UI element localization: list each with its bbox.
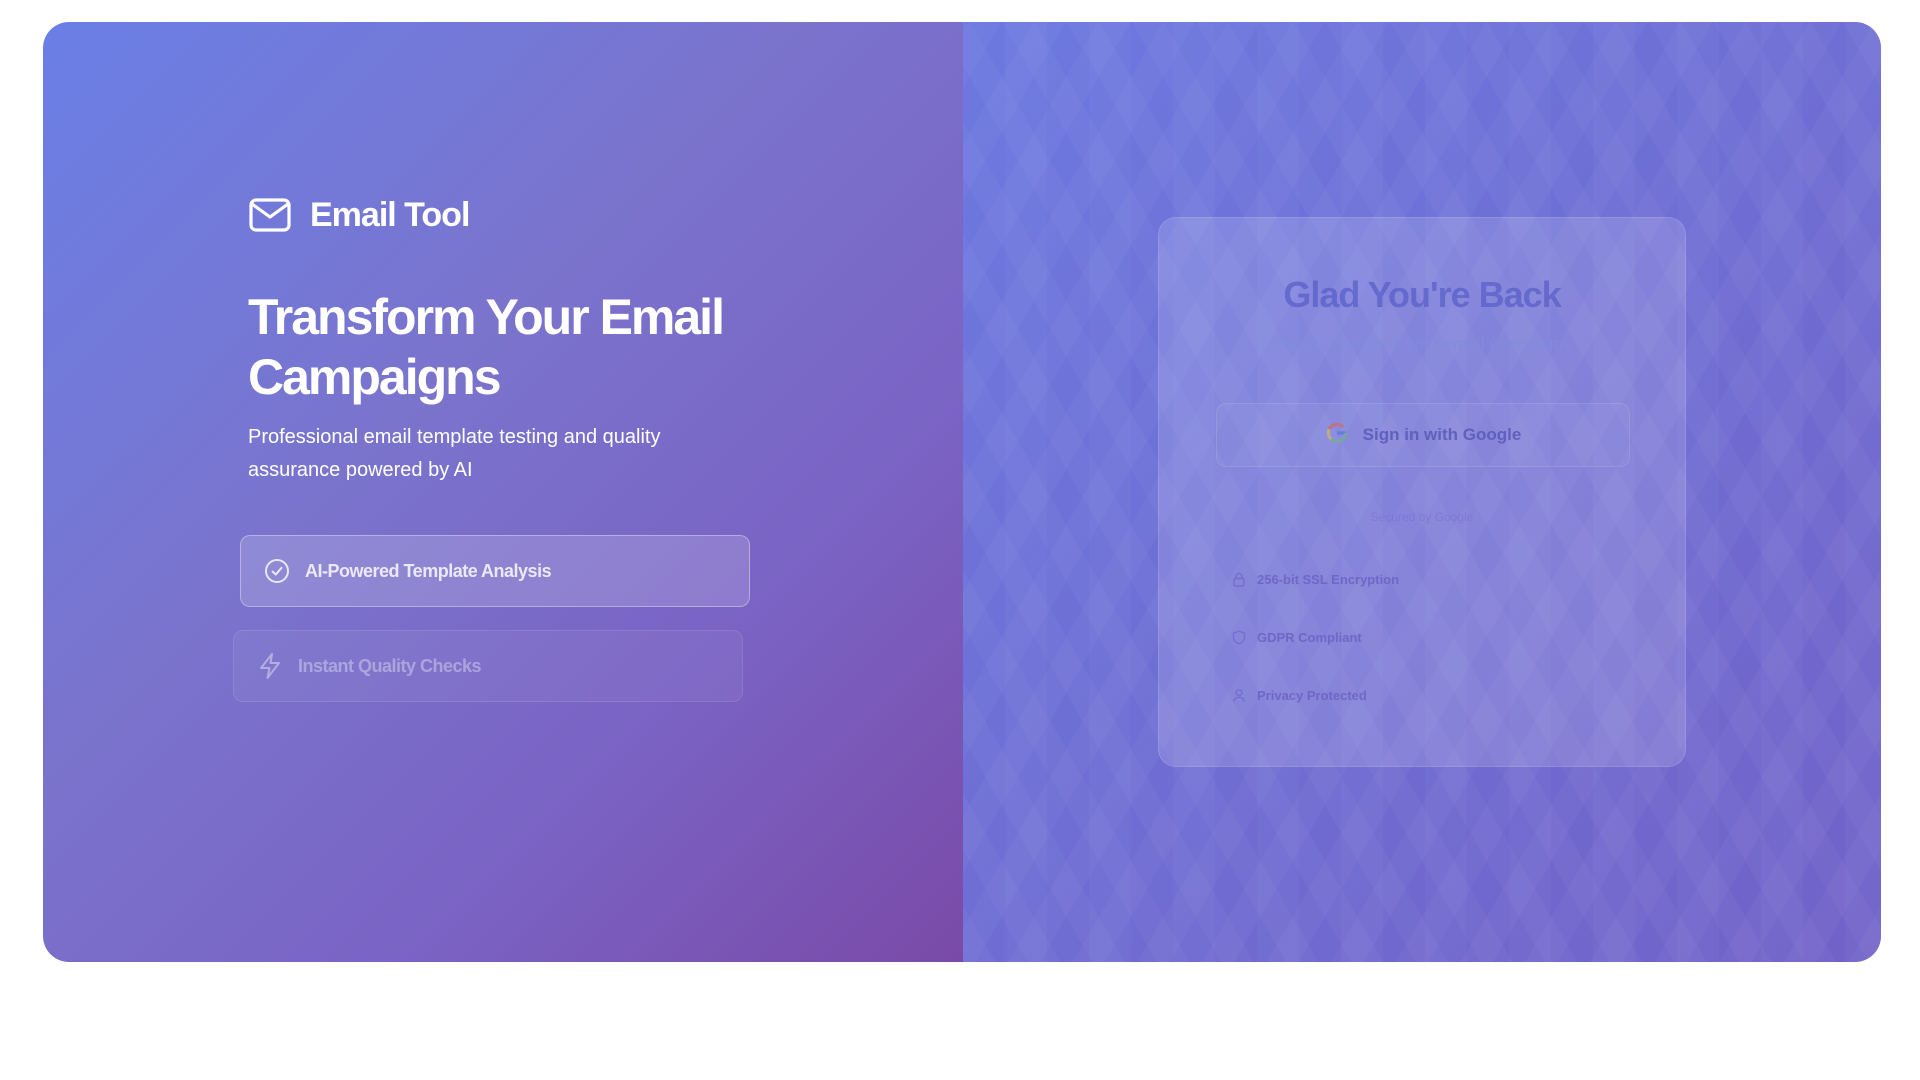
app-container: Email Tool Transform Your Email Campaign… bbox=[43, 22, 1881, 962]
login-card: Glad You're Back Sign in to access your … bbox=[1158, 217, 1686, 767]
trust-item-privacy: Privacy Protected bbox=[1231, 687, 1367, 703]
secured-by-text: Secured by Google bbox=[1370, 510, 1474, 524]
feature-label: Instant Quality Checks bbox=[298, 655, 482, 676]
hero-subtitle: Professional email template testing and … bbox=[248, 426, 661, 481]
trust-item-ssl: 256-bit SSL Encryption bbox=[1231, 571, 1399, 587]
brand: Email Tool bbox=[248, 193, 470, 237]
feature-card-ai-analysis: AI-Powered Template Analysis bbox=[240, 535, 750, 607]
trust-item-gdpr: GDPR Compliant bbox=[1231, 629, 1362, 645]
google-button-label: Sign in with Google bbox=[1362, 425, 1522, 444]
feature-label: AI-Powered Template Analysis bbox=[305, 560, 552, 581]
login-panel: Glad You're Back Sign in to access your … bbox=[963, 22, 1881, 962]
trust-item-label: GDPR Compliant bbox=[1257, 629, 1362, 645]
login-title: Glad You're Back bbox=[1283, 274, 1561, 315]
hero-panel: Email Tool Transform Your Email Campaign… bbox=[43, 22, 963, 962]
check-circle-icon bbox=[263, 557, 291, 585]
lock-icon bbox=[1231, 571, 1247, 587]
shield-icon bbox=[1231, 629, 1247, 645]
user-shield-icon bbox=[1231, 687, 1247, 703]
mail-icon bbox=[248, 193, 292, 237]
trust-item-label: Privacy Protected bbox=[1257, 687, 1367, 703]
login-subtitle: Sign in to access your email campaigns bbox=[1272, 334, 1572, 353]
brand-name: Email Tool bbox=[310, 195, 470, 234]
google-icon bbox=[1325, 421, 1349, 450]
hero-headline: Transform Your Email Campaigns bbox=[248, 289, 725, 405]
google-sign-in-button[interactable]: Sign in with Google bbox=[1216, 403, 1630, 467]
lightning-icon bbox=[256, 652, 284, 680]
feature-card-quality-checks: Instant Quality Checks bbox=[233, 630, 743, 702]
trust-item-label: 256-bit SSL Encryption bbox=[1257, 571, 1400, 587]
